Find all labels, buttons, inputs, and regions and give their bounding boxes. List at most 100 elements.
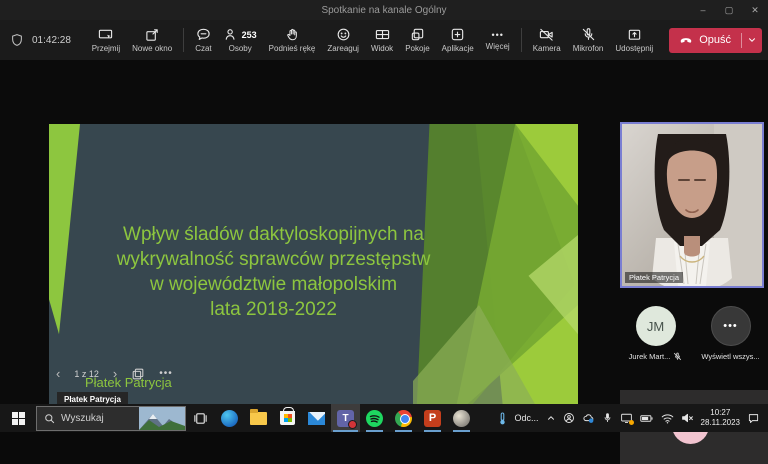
screen-share-tray-icon[interactable] — [620, 412, 633, 424]
start-button[interactable] — [0, 404, 36, 432]
slide-thumbnails-icon[interactable] — [131, 367, 145, 381]
edge-icon — [221, 410, 238, 427]
meeting-toolbar: 01:42:28 Przejmij Nowe okno Czat — [0, 20, 768, 60]
windows-taskbar: Wyszukaj T P Odc... — [0, 404, 768, 432]
show-all-participants[interactable]: ••• Wyświetl wszys... — [695, 306, 767, 361]
taskbar-app-globe[interactable] — [447, 404, 476, 432]
taskbar-app-store[interactable] — [273, 404, 302, 432]
video-name-label: Płatek Patrycja — [625, 272, 683, 283]
powerpoint-icon: P — [424, 410, 441, 427]
taskbar-app-chrome[interactable] — [389, 404, 418, 432]
toolbar-label: Udostępnij — [615, 44, 653, 53]
toolbar-button-rooms[interactable]: Pokoje — [399, 20, 435, 60]
windows-logo-icon — [12, 412, 25, 425]
meeting-timer-wrap: 01:42:28 — [10, 33, 71, 47]
toolbar-button-chat[interactable]: Czat — [189, 20, 217, 60]
participant-jurek[interactable]: JM Jurek Mart... — [620, 306, 692, 361]
tray-person-icon[interactable] — [563, 412, 575, 424]
more-ellipsis-icon: ••• — [491, 30, 503, 40]
toolbar-button-react[interactable]: Zareaguj — [321, 20, 365, 60]
slide-title: Wpływ śladów daktyloskopijnych na wykryw… — [87, 222, 460, 322]
system-tray: Odc... 10:27 28.11.2023 — [497, 408, 768, 428]
toolbar-label: Więcej — [486, 42, 510, 51]
slide-navigation: ‹ 1 z 12 › ••• — [56, 366, 173, 381]
taskbar-app-spotify[interactable] — [360, 404, 389, 432]
chevron-down-icon — [747, 35, 757, 45]
tray-expand-chevron-icon[interactable] — [546, 413, 556, 423]
window-title: Spotkanie na kanale Ogólny — [0, 5, 768, 16]
taskbar-clock[interactable]: 10:27 28.11.2023 — [701, 408, 740, 428]
toolbar-label: Widok — [371, 44, 393, 53]
raise-hand-icon — [285, 27, 300, 42]
toolbar-button-apps[interactable]: Aplikacje — [436, 20, 480, 60]
task-view-button[interactable] — [186, 404, 215, 432]
battery-icon[interactable] — [640, 413, 654, 424]
toolbar-button-people[interactable]: 253 Osoby — [218, 20, 263, 60]
onedrive-cloud-icon[interactable] — [582, 412, 595, 424]
toolbar-divider — [183, 28, 184, 52]
taskbar-app-explorer[interactable] — [244, 404, 273, 432]
toolbar-label: Mikrofon — [573, 44, 604, 53]
show-all-label: Wyświetl wszys... — [701, 352, 759, 361]
chat-icon — [196, 27, 211, 42]
participants-row: JM Jurek Mart... ••• Wyświetl wszys... — [618, 306, 768, 361]
toolbar-label: Przejmij — [92, 44, 120, 53]
share-screen-icon — [627, 27, 642, 42]
clock-date: 28.11.2023 — [701, 418, 740, 428]
toolbar-button-view[interactable]: Widok — [365, 20, 399, 60]
slide-nav-more-button[interactable]: ••• — [159, 368, 173, 379]
toolbar-label: Aplikacje — [442, 44, 474, 53]
toolbar-button-takeover[interactable]: Przejmij — [86, 20, 126, 60]
shield-icon — [10, 33, 24, 47]
search-icon — [44, 413, 55, 424]
toolbar-button-camera[interactable]: Kamera — [527, 20, 567, 60]
hangup-phone-icon — [679, 33, 693, 47]
toolbar-button-more[interactable]: ••• Więcej — [480, 20, 516, 60]
gallery-view-icon — [375, 27, 390, 42]
toolbar-divider — [521, 28, 522, 52]
leave-label: Opuść — [699, 34, 731, 46]
search-highlight-image — [139, 407, 185, 430]
toolbar-label: Podnieś rękę — [269, 44, 316, 53]
action-center-icon[interactable] — [747, 412, 760, 424]
toolbar-button-mic[interactable]: Mikrofon — [567, 20, 610, 60]
weather-label[interactable]: Odc... — [515, 413, 539, 423]
breakout-rooms-icon — [410, 27, 425, 42]
taskbar-app-mail[interactable] — [302, 404, 331, 432]
participant-video-tile[interactable]: Płatek Patrycja — [620, 122, 764, 288]
slide-title-line: w województwie małopolskim — [87, 272, 460, 297]
taskbar-search[interactable]: Wyszukaj — [36, 406, 186, 431]
slide-title-line: lata 2018-2022 — [87, 297, 460, 322]
avatar: JM — [636, 306, 676, 346]
toolbar-label: Kamera — [533, 44, 561, 53]
toolbar-label: Czat — [195, 44, 211, 53]
ellipsis-avatar: ••• — [711, 306, 751, 346]
toolbar-button-new-window[interactable]: Nowe okno — [126, 20, 178, 60]
taskbar-app-edge[interactable] — [215, 404, 244, 432]
people-count-badge: 253 — [242, 30, 257, 40]
slide-title-line: wykrywalność sprawców przestępstw — [87, 247, 460, 272]
volume-muted-icon[interactable] — [681, 412, 694, 424]
new-window-icon — [145, 27, 160, 42]
people-icon — [224, 27, 239, 42]
next-slide-button[interactable]: › — [113, 366, 117, 381]
weather-thermometer-icon[interactable] — [497, 412, 508, 425]
leave-options-button[interactable] — [742, 28, 762, 53]
spotify-icon — [366, 410, 383, 427]
teams-icon: T — [337, 410, 354, 427]
toolbar-button-share[interactable]: Udostępnij — [609, 20, 659, 60]
file-explorer-icon — [250, 412, 267, 425]
tray-mic-icon[interactable] — [602, 412, 613, 424]
wifi-icon[interactable] — [661, 413, 674, 424]
slide-position: 1 z 12 — [74, 369, 99, 379]
taskbar-app-powerpoint[interactable]: P — [418, 404, 447, 432]
previous-slide-button[interactable]: ‹ — [56, 366, 60, 381]
taskbar-app-teams[interactable]: T — [331, 404, 360, 432]
meeting-timer: 01:42:28 — [32, 35, 71, 46]
leave-button[interactable]: Opuść — [669, 28, 762, 53]
search-placeholder: Wyszukaj — [61, 413, 104, 424]
window-titlebar: Spotkanie na kanale Ogólny – ▢ ✕ — [0, 0, 768, 20]
toolbar-button-raise-hand[interactable]: Podnieś rękę — [263, 20, 322, 60]
toolbar-label: Nowe okno — [132, 44, 172, 53]
smiley-icon — [336, 27, 351, 42]
